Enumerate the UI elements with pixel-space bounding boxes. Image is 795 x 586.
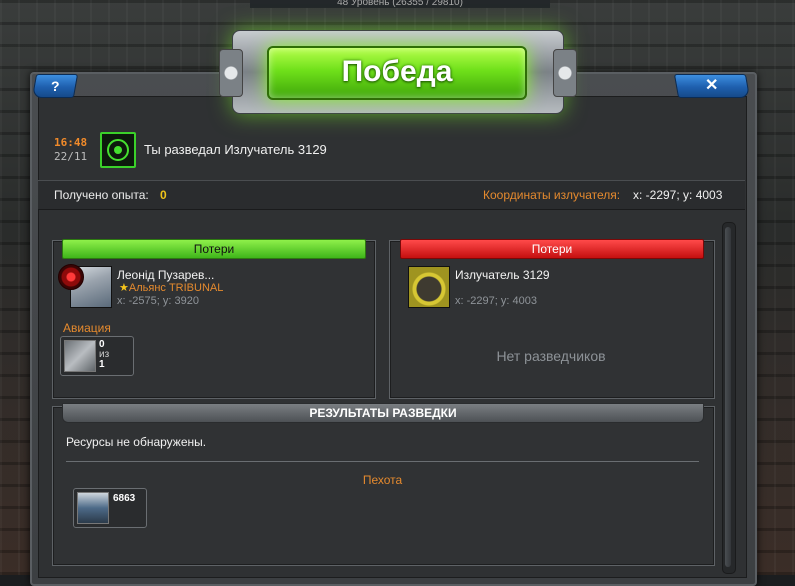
experience-label: Получено опыта: <box>54 188 149 202</box>
victory-banner: Победа <box>267 46 527 100</box>
no-scouts-text: Нет разведчиков <box>496 348 606 364</box>
event-text: Ты разведал Излучатель 3129 <box>144 142 327 157</box>
help-button[interactable]: ? <box>31 74 79 98</box>
alliance-emblem-icon <box>58 264 84 290</box>
player-name[interactable]: Леонід Пузарев... <box>117 268 214 282</box>
event-date: 22/11 <box>54 150 88 163</box>
emitter-name: Излучатель 3129 <box>455 268 550 282</box>
attacker-losses-header: Потери <box>62 239 366 259</box>
report-scrollbar[interactable] <box>722 222 736 574</box>
scouting-results-header: РЕЗУЛЬТАТЫ РАЗВЕДКИ <box>62 403 704 423</box>
alliance-name: Альянс TRIBUNAL <box>128 282 224 294</box>
aviation-category-label: Aвиация <box>63 321 111 335</box>
close-button[interactable]: ✕ <box>673 74 751 98</box>
emitter-coordinates-value[interactable]: x: -2297; y: 4003 <box>633 188 722 202</box>
aircraft-icon <box>64 340 96 372</box>
help-label: ? <box>50 78 60 94</box>
event-timestamp: 16:48 22/11 <box>54 136 87 164</box>
close-icon: ✕ <box>705 77 719 94</box>
experience-value: 0 <box>160 188 167 202</box>
star-icon: ★ <box>119 282 129 294</box>
radar-icon <box>100 132 136 168</box>
emitter-coordinates-label: Координаты излучателя: <box>483 188 621 202</box>
infantry-count: 6863 <box>113 493 136 504</box>
aviation-unit-stats: 0 из 1 <box>99 340 109 370</box>
infantry-category-label: Пехота <box>362 473 403 487</box>
emitter-icon[interactable] <box>408 266 450 308</box>
defender-panel <box>389 240 715 399</box>
player-coordinates[interactable]: x: -2575; y: 3920 <box>117 295 199 307</box>
event-time: 16:48 <box>54 136 88 149</box>
aviation-total: 1 <box>99 359 105 370</box>
level-progress-text: 48 Уровень (26355 / 29810) <box>250 0 550 8</box>
soldier-icon <box>77 492 109 524</box>
resources-text: Ресурсы не обнаружены. <box>66 435 207 449</box>
results-divider <box>66 461 699 462</box>
defender-losses-header: Потери <box>400 239 704 259</box>
player-alliance[interactable]: ★Альянс TRIBUNAL <box>119 281 223 294</box>
emitter-coordinates[interactable]: x: -2297; y: 4003 <box>455 295 537 307</box>
